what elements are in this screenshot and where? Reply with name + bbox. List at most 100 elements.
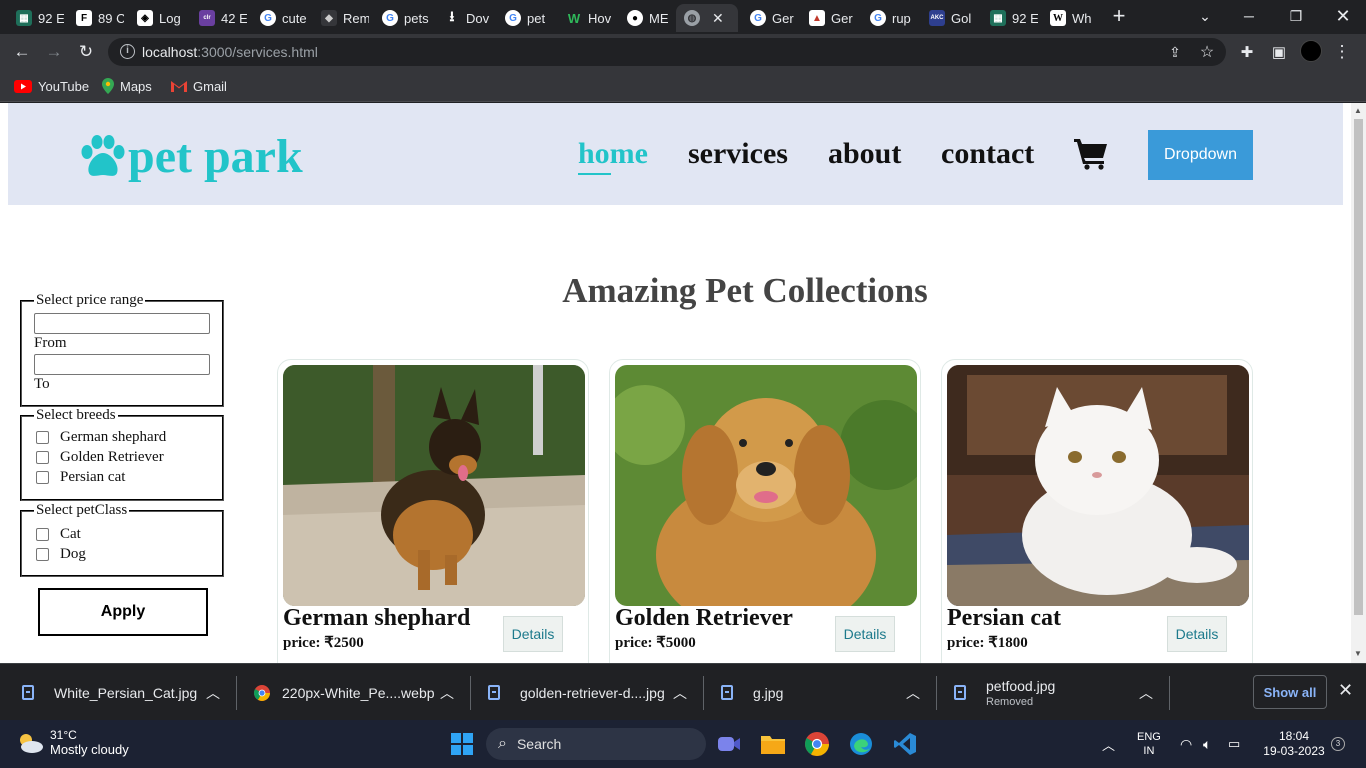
details-button[interactable]: Details — [1167, 616, 1227, 652]
apply-button[interactable]: Apply — [38, 588, 208, 636]
volume-icon[interactable]: 🔈︎ — [1203, 720, 1211, 768]
browser-tab[interactable]: W Hov — [558, 4, 614, 32]
menu-icon[interactable]: ⋮ — [1330, 40, 1354, 64]
checkbox[interactable] — [36, 450, 49, 464]
taskbar-search[interactable]: ⌕ Search — [486, 728, 706, 760]
tab-search-icon[interactable]: ⌄ — [1182, 0, 1228, 32]
weather-widget[interactable]: 31°C Mostly cloudy — [16, 728, 129, 757]
site-info-icon[interactable]: i — [120, 44, 135, 59]
browser-tab[interactable]: ▦ 92 E — [8, 4, 64, 32]
reload-icon[interactable]: ↻ — [74, 40, 98, 64]
browser-tab[interactable]: ● ME — [619, 4, 675, 32]
extensions-icon[interactable]: ✚ — [1235, 40, 1259, 64]
minimize-button[interactable]: ─ — [1226, 0, 1272, 32]
chevron-up-icon[interactable]: ︿ — [1102, 720, 1115, 768]
details-button[interactable]: Details — [835, 616, 895, 652]
dropdown-button[interactable]: Dropdown — [1148, 130, 1253, 180]
nav-home[interactable]: home — [578, 137, 648, 171]
browser-tab[interactable]: G Ger — [742, 4, 798, 32]
checkbox[interactable] — [36, 527, 49, 541]
scroll-down-icon[interactable]: ▼ — [1354, 649, 1362, 658]
breed-option-label: Persian cat — [60, 468, 126, 485]
browser-tab[interactable]: G pets — [374, 4, 430, 32]
browser-tab[interactable]: ◈ Log — [129, 4, 185, 32]
browser-tab[interactable]: F 89 C — [68, 4, 124, 32]
nav-about[interactable]: about — [828, 137, 901, 171]
layers-icon: ◆ — [321, 10, 337, 26]
notification-badge[interactable]: 3 — [1331, 737, 1345, 751]
file-icon — [954, 685, 966, 700]
system-clock[interactable]: 18:04 19-03-2023 — [1258, 729, 1330, 759]
browser-tab[interactable]: clr 42 E — [191, 4, 247, 32]
breed-option[interactable]: Persian cat — [34, 467, 210, 487]
url-text[interactable]: localhost:3000/services.html — [142, 44, 318, 60]
windows-start-icon[interactable] — [446, 728, 478, 760]
price-to-input[interactable] — [34, 354, 210, 375]
shopping-cart-icon[interactable] — [1073, 136, 1109, 170]
browser-tab[interactable]: ⭳ Dov — [436, 4, 492, 32]
profile-avatar[interactable] — [1300, 40, 1322, 62]
close-window-button[interactable]: ✕ — [1320, 0, 1366, 32]
browser-tab-active[interactable]: ◍ ✕ — [676, 4, 738, 32]
pet-class-option[interactable]: Dog — [34, 544, 210, 564]
site-logo[interactable]: pet park — [78, 129, 303, 184]
price-from-input[interactable] — [34, 313, 210, 334]
grid-icon: ▦ — [990, 10, 1006, 26]
pet-class-option[interactable]: Cat — [34, 524, 210, 544]
back-icon[interactable]: ← — [10, 40, 34, 64]
file-icon — [22, 685, 34, 700]
checkbox[interactable] — [36, 470, 49, 484]
wifi-icon[interactable]: ◠ — [1180, 720, 1192, 768]
chevron-up-icon[interactable]: ︿ — [673, 664, 687, 721]
download-item[interactable]: White_Persian_Cat.jpg — [22, 664, 197, 721]
new-tab-button[interactable]: + — [1108, 5, 1130, 27]
language-indicator[interactable]: ENG IN — [1137, 720, 1161, 768]
bookmark-gmail[interactable]: Gmail — [171, 76, 227, 96]
chevron-up-icon[interactable]: ︿ — [906, 664, 920, 721]
browser-tab[interactable]: G pet — [497, 4, 553, 32]
scroll-up-icon[interactable]: ▲ — [1354, 106, 1362, 115]
restore-button[interactable]: ❐ — [1273, 0, 1319, 32]
vscode-icon[interactable] — [889, 728, 921, 760]
browser-tab[interactable]: G rup — [862, 4, 918, 32]
browser-tab[interactable]: G cute — [252, 4, 308, 32]
battery-icon[interactable]: ▭ — [1228, 720, 1240, 768]
forward-icon[interactable]: → — [42, 40, 66, 64]
nav-services[interactable]: services — [688, 137, 788, 171]
browser-tab[interactable]: AKC Gol — [921, 4, 977, 32]
nav-contact[interactable]: contact — [941, 137, 1034, 171]
bookmark-star-icon[interactable]: ☆ — [1195, 40, 1219, 64]
bookmark-youtube[interactable]: YouTube — [14, 76, 89, 96]
side-panel-icon[interactable]: ▣ — [1267, 40, 1291, 64]
meet-icon[interactable] — [713, 728, 745, 760]
breed-option[interactable]: German shephard — [34, 427, 210, 447]
download-item[interactable]: g.jpg — [721, 664, 783, 721]
chevron-up-icon[interactable]: ︿ — [206, 664, 220, 721]
chrome-taskbar-icon[interactable] — [801, 728, 833, 760]
close-downloads-icon[interactable]: ✕ — [1338, 680, 1353, 701]
browser-tab[interactable]: ▲ Ger — [801, 4, 857, 32]
breed-option[interactable]: Golden Retriever — [34, 447, 210, 467]
browser-tab[interactable]: W Wh — [1042, 4, 1098, 32]
checkbox[interactable] — [36, 547, 49, 561]
details-button[interactable]: Details — [503, 616, 563, 652]
browser-tab[interactable]: ▦ 92 E — [982, 4, 1038, 32]
bookmark-maps[interactable]: Maps — [102, 76, 152, 96]
close-tab-icon[interactable]: ✕ — [712, 10, 724, 27]
page-scrollbar[interactable]: ▲ ▼ — [1351, 103, 1366, 663]
github-icon: ● — [627, 10, 643, 26]
file-explorer-icon[interactable] — [757, 728, 789, 760]
scrollbar-thumb[interactable] — [1354, 119, 1363, 615]
download-item[interactable]: golden-retriever-d....jpg — [488, 664, 665, 721]
browser-tab[interactable]: ◆ Rem — [313, 4, 369, 32]
chevron-up-icon[interactable]: ︿ — [440, 664, 454, 721]
download-item[interactable]: 220px-White_Pe....webp — [254, 664, 435, 721]
checkbox[interactable] — [36, 430, 49, 444]
chevron-up-icon[interactable]: ︿ — [1139, 664, 1153, 721]
share-icon[interactable]: ⇪ — [1163, 40, 1187, 64]
download-item[interactable]: petfood.jpg Removed — [954, 664, 1055, 721]
show-all-downloads-button[interactable]: Show all — [1253, 675, 1327, 709]
golden-retriever-image — [615, 365, 917, 606]
address-bar[interactable]: i localhost:3000/services.html ⇪ ☆ — [108, 38, 1226, 66]
edge-icon[interactable] — [845, 728, 877, 760]
